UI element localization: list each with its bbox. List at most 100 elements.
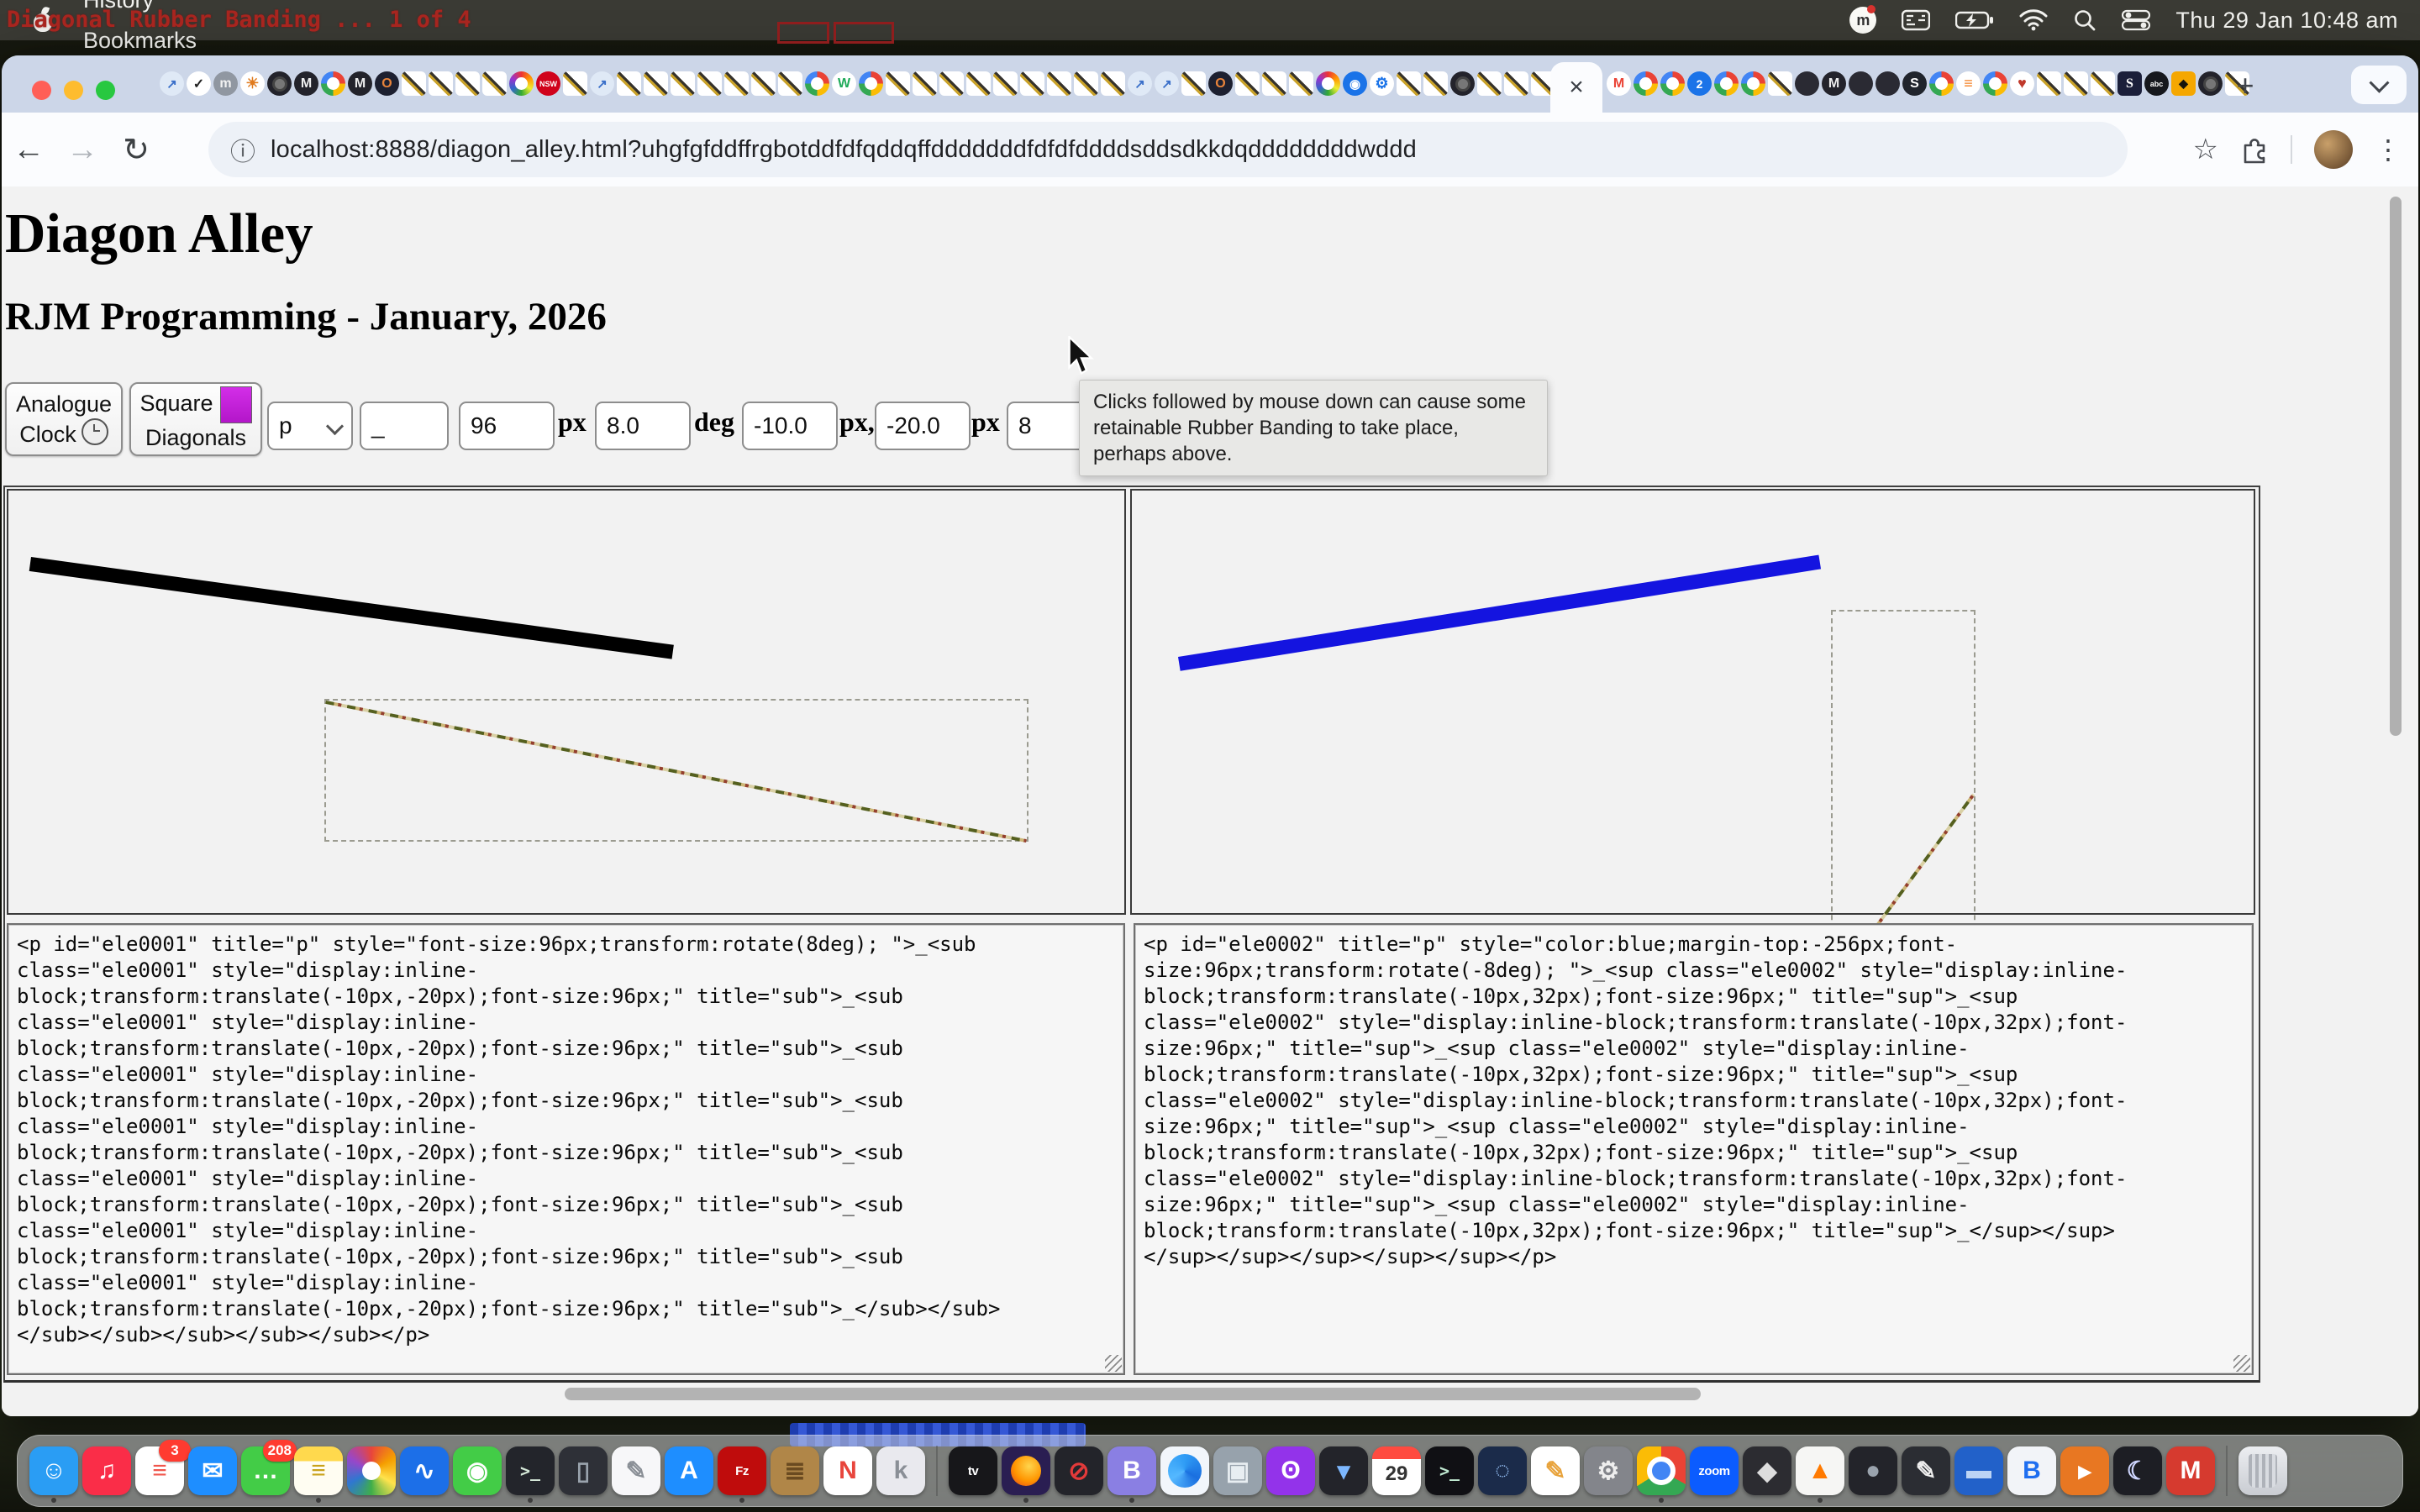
tab-favicon-g[interactable] xyxy=(1634,71,1658,96)
tab-favicon-diag[interactable] xyxy=(1101,71,1125,96)
analogue-clock-button[interactable]: Analogue Clock xyxy=(5,382,123,456)
tab-favicon-compass[interactable]: ↗ xyxy=(1128,71,1152,96)
address-bar[interactable]: ⓘ localhost:8888/diagon_alley.html?uhgfg… xyxy=(208,122,2128,177)
dock-icon-appstore[interactable]: A xyxy=(665,1446,713,1495)
dock-icon-preview[interactable]: ▣ xyxy=(1213,1446,1262,1495)
dock-icon-terminal[interactable]: >_ xyxy=(506,1446,555,1495)
tab-favicon-diag[interactable] xyxy=(724,71,749,96)
tab-favicon-wheel[interactable] xyxy=(1316,71,1340,96)
tab-favicon-abc[interactable]: abc xyxy=(2144,71,2169,96)
tab-favicon-diag[interactable] xyxy=(966,71,991,96)
tab-favicon-mgmail[interactable]: M xyxy=(1607,71,1631,96)
tab-favicon-diag[interactable] xyxy=(2037,71,2061,96)
tab-favicon-diag[interactable] xyxy=(644,71,668,96)
tab-favicon-diag[interactable] xyxy=(751,71,776,96)
tab-close-icon[interactable]: × xyxy=(1569,73,1584,102)
wifi-icon[interactable] xyxy=(2019,9,2048,31)
tab-favicon-diag[interactable] xyxy=(1181,71,1206,96)
color-swatch[interactable] xyxy=(220,386,252,423)
tab-favicon-diag[interactable] xyxy=(1397,71,1421,96)
tab-favicon-so[interactable]: ≡ xyxy=(1956,71,1981,96)
tab-favicon-diag[interactable] xyxy=(1262,71,1286,96)
tab-favicon-g[interactable] xyxy=(1660,71,1685,96)
tab-favicon-mammoth[interactable]: m xyxy=(213,71,238,96)
dock-icon-pages[interactable]: ✎ xyxy=(1531,1446,1580,1495)
dock-icon-vlc[interactable]: ▲ xyxy=(1796,1446,1844,1495)
tab-favicon-diag[interactable] xyxy=(1020,71,1044,96)
tab-favicon-clockblue[interactable]: ◉ xyxy=(1343,71,1367,96)
dock-icon-mail[interactable]: ✉ xyxy=(188,1446,237,1495)
tab-favicon-mdark[interactable]: M xyxy=(348,71,372,96)
dock-icon-display[interactable]: ▬ xyxy=(1954,1446,2003,1495)
tab-favicon-diag[interactable] xyxy=(1289,71,1313,96)
tab-favicon-diag[interactable] xyxy=(1235,71,1260,96)
dock-icon-keychain[interactable]: k xyxy=(876,1446,925,1495)
dock-icon-trash[interactable] xyxy=(2238,1446,2287,1495)
right-code-textarea[interactable]: <p id="ele0002" title="p" style="color:b… xyxy=(1134,923,2254,1375)
dock-icon-curves[interactable]: ∿ xyxy=(400,1446,449,1495)
tab-favicon-odark[interactable]: O xyxy=(375,71,399,96)
tab-favicon-diag[interactable] xyxy=(429,71,453,96)
tab-favicon-g[interactable] xyxy=(859,71,883,96)
tab-favicon-diag[interactable] xyxy=(563,71,587,96)
tab-favicon-diag[interactable] xyxy=(617,71,641,96)
tab-favicon-g[interactable] xyxy=(805,71,829,96)
browser-menu-icon[interactable]: ⋮ xyxy=(2375,134,2402,165)
url-text[interactable]: localhost:8888/diagon_alley.html?uhgfgfd… xyxy=(271,136,1417,164)
tab-favicon-wgreen[interactable]: W xyxy=(832,71,856,96)
dock-icon-music[interactable]: ♫ xyxy=(82,1446,131,1495)
dock-icon-moon[interactable]: ☾ xyxy=(2113,1446,2162,1495)
dock-icon-news[interactable]: N xyxy=(823,1446,872,1495)
menubar-clock[interactable]: Thu 29 Jan 10:48 am xyxy=(2175,8,2398,34)
dock-icon-iphone-mirroring[interactable]: ▯ xyxy=(559,1446,608,1495)
dock-icon-bbedit[interactable]: B xyxy=(1107,1446,1156,1495)
dock-icon-textedit[interactable]: ✎ xyxy=(612,1446,660,1495)
translate-x-input[interactable]: -10.0 xyxy=(742,402,838,450)
tab-favicon-diag[interactable] xyxy=(778,71,802,96)
tab-favicon-diag[interactable] xyxy=(2091,71,2115,96)
dock-icon-reminders[interactable]: ≡3 xyxy=(135,1446,184,1495)
dock-icon-pencil[interactable]: ✎ xyxy=(1902,1446,1950,1495)
tab-favicon-dark[interactable] xyxy=(1795,71,1819,96)
tab-favicon-diag[interactable] xyxy=(697,71,722,96)
dock-icon-tv-orange[interactable]: ▸ xyxy=(2060,1446,2109,1495)
dock-icon-mario[interactable]: M xyxy=(2166,1446,2215,1495)
dock-icon-orbit[interactable]: ◌ xyxy=(1478,1446,1527,1495)
dock-icon-podcasts[interactable]: ʘ xyxy=(1266,1446,1315,1495)
tab-favicon-diag[interactable] xyxy=(913,71,937,96)
tab-favicon-odark[interactable]: O xyxy=(1208,71,1233,96)
tab-favicon-g[interactable] xyxy=(321,71,345,96)
tab-favicon-mdark[interactable]: M xyxy=(294,71,318,96)
dock-icon-settings[interactable]: ⚙ xyxy=(1584,1446,1633,1495)
tab-favicon-diag[interactable] xyxy=(939,71,964,96)
tag-select[interactable]: p xyxy=(267,402,353,450)
dock-icon-calendar[interactable]: 29 xyxy=(1372,1446,1421,1495)
dock-icon-chrome[interactable] xyxy=(1637,1446,1686,1495)
tab-favicon-mdark[interactable]: M xyxy=(1822,71,1846,96)
tab-favicon-diag[interactable] xyxy=(402,71,426,96)
dock-icon-terminal2[interactable]: >_ xyxy=(1425,1446,1474,1495)
tab-favicon-diag[interactable] xyxy=(886,71,910,96)
tab-favicon-chromedark[interactable] xyxy=(2198,71,2223,96)
dock-icon-messages[interactable]: …208 xyxy=(241,1446,290,1495)
square-diagonals-button[interactable]: Square Diagonals xyxy=(129,382,262,456)
tab-favicon-diag[interactable] xyxy=(1504,71,1528,96)
tab-favicon-g[interactable] xyxy=(1741,71,1765,96)
forward-button[interactable]: → xyxy=(55,132,109,168)
tab-favicon-dark[interactable] xyxy=(1849,71,1873,96)
tab-favicon-apple[interactable]: ♥ xyxy=(2010,71,2034,96)
dock-icon-finder[interactable]: ☺ xyxy=(29,1446,78,1495)
reload-button[interactable]: ↻ xyxy=(109,131,163,169)
tab-favicon-g[interactable] xyxy=(1929,71,1954,96)
dock-icon-photos[interactable] xyxy=(347,1446,396,1495)
control-center-icon[interactable] xyxy=(2122,9,2150,31)
dock-icon-firefox[interactable] xyxy=(1002,1446,1050,1495)
back-button[interactable]: ← xyxy=(2,132,55,168)
left-code-textarea[interactable]: <p id="ele0001" title="p" style="font-si… xyxy=(7,923,1125,1375)
tab-favicon-compass[interactable]: ↗ xyxy=(160,71,184,96)
dock-icon-books[interactable]: ≣ xyxy=(771,1446,819,1495)
vertical-scrollbar-thumb[interactable] xyxy=(2390,197,2402,736)
tab-favicon-diag[interactable] xyxy=(1477,71,1502,96)
tab-favicon-compass[interactable]: ↗ xyxy=(1155,71,1179,96)
dock-icon-facetime[interactable]: ◉ xyxy=(453,1446,502,1495)
